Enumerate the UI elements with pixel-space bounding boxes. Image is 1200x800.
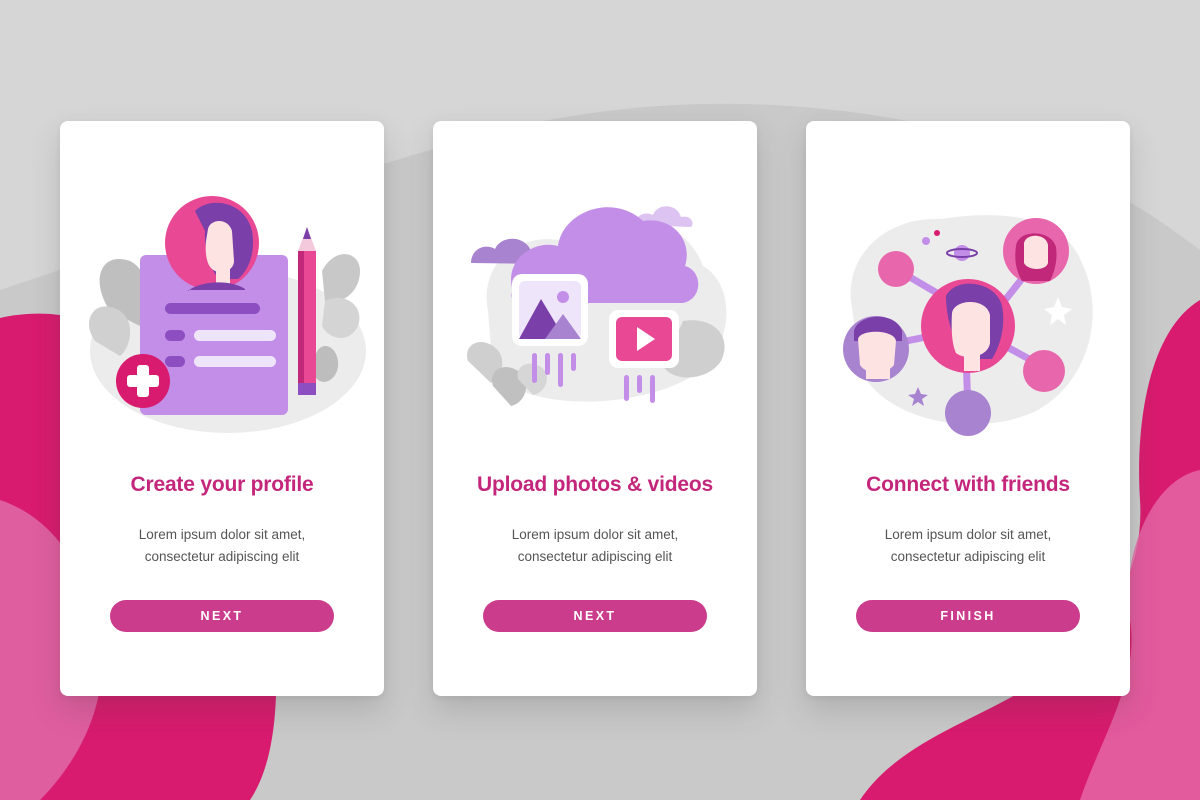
card-description-line: consectetur adipiscing elit bbox=[144, 549, 300, 564]
onboarding-card-profile: Create your profile Lorem ipsum dolor si… bbox=[60, 121, 384, 696]
card-description-line: Lorem ipsum dolor sit amet, bbox=[884, 527, 1052, 542]
social-network-illustration bbox=[843, 215, 1093, 436]
card-description: Lorem ipsum dolor sit amet, consectetur … bbox=[846, 524, 1090, 568]
card-description-line: Lorem ipsum dolor sit amet, bbox=[138, 527, 306, 542]
next-button[interactable]: NEXT bbox=[483, 600, 707, 632]
onboarding-card-connect: Connect with friends Lorem ipsum dolor s… bbox=[806, 121, 1130, 696]
card-title: Connect with friends bbox=[866, 473, 1070, 496]
cloud-upload-illustration bbox=[467, 206, 727, 406]
onboarding-card-upload: Upload photos & videos Lorem ipsum dolor… bbox=[433, 121, 757, 696]
card-description-line: Lorem ipsum dolor sit amet, bbox=[511, 527, 679, 542]
profile-form-illustration bbox=[89, 196, 366, 433]
card-description: Lorem ipsum dolor sit amet, consectetur … bbox=[473, 524, 717, 568]
card-title: Upload photos & videos bbox=[477, 473, 713, 496]
next-button[interactable]: NEXT bbox=[110, 600, 334, 632]
card-description: Lorem ipsum dolor sit amet, consectetur … bbox=[100, 524, 344, 568]
card-description-line: consectetur adipiscing elit bbox=[890, 549, 1046, 564]
finish-button[interactable]: FINISH bbox=[856, 600, 1080, 632]
card-description-line: consectetur adipiscing elit bbox=[517, 549, 673, 564]
card-title: Create your profile bbox=[130, 473, 314, 496]
